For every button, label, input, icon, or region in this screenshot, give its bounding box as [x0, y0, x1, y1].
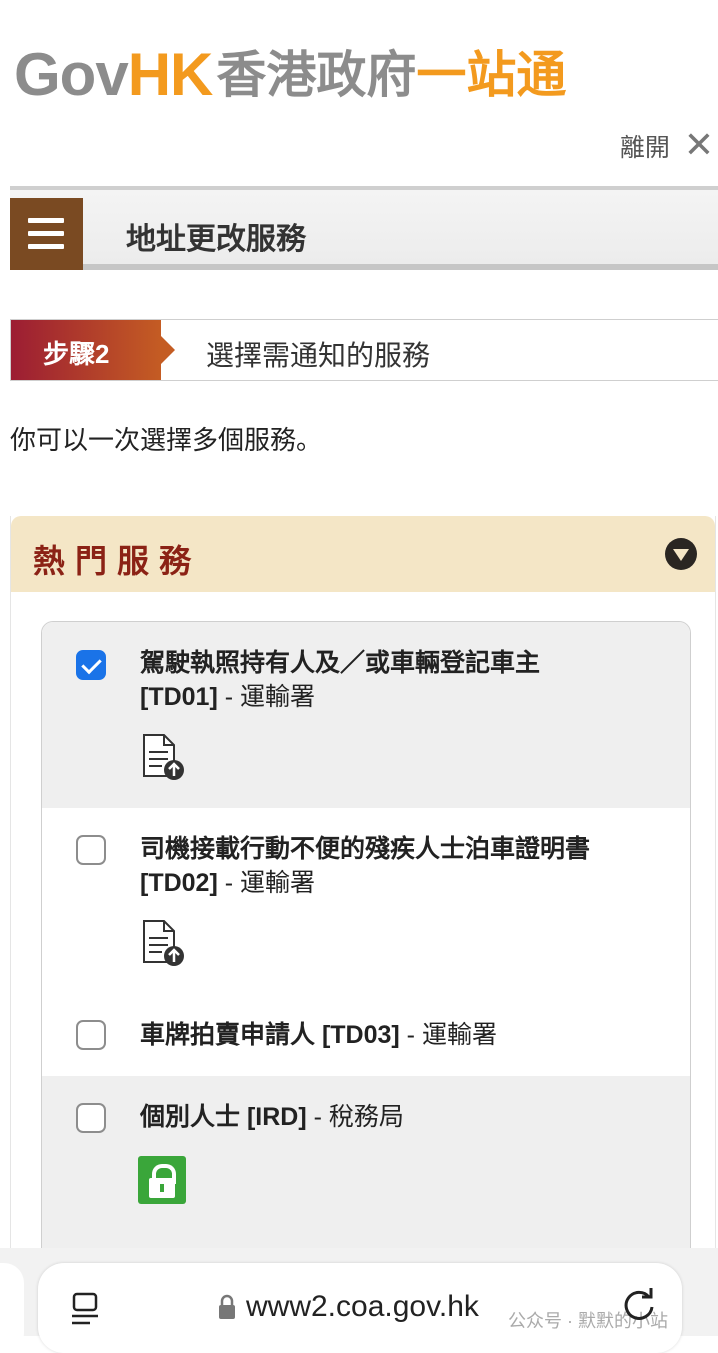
reload-icon[interactable]	[622, 1287, 656, 1323]
service-bar: 地址更改服務	[10, 186, 718, 270]
browser-toolbar: www2.coa.gov.hk 公众号 · 默默的小站	[0, 1248, 718, 1353]
popular-services-accordion: 熱門服務 駕駛執照持有人及／或車輛登記車主 [TD01] - 運輸署 司機接載行…	[10, 516, 716, 1301]
list-item: 駕駛執照持有人及／或車輛登記車主 [TD01] - 運輸署	[42, 622, 690, 808]
address-bar[interactable]: www2.coa.gov.hk 公众号 · 默默的小站	[38, 1263, 682, 1353]
service-name: 個別人士 [IRD]	[140, 1103, 307, 1131]
step-badge: 步驟2	[11, 320, 175, 380]
logo-hk-text: HK	[127, 41, 214, 108]
url-text: www2.coa.gov.hk	[246, 1290, 479, 1323]
secure-lock-icon	[219, 1294, 235, 1319]
service-dept: - 稅務局	[306, 1103, 404, 1131]
govhk-logo[interactable]: Gov HK 香港政府 一站通	[14, 40, 566, 110]
close-icon: ✕	[683, 125, 714, 166]
logo-cn-text-2: 一站通	[416, 47, 567, 103]
reader-mode-icon[interactable]	[70, 1292, 100, 1326]
logo-gov-text: Gov	[14, 41, 129, 108]
menu-button[interactable]	[10, 198, 83, 270]
document-upload-icon[interactable]	[138, 918, 186, 968]
service-checkbox-td02[interactable]	[76, 835, 106, 865]
service-name: 車牌拍賣申請人 [TD03]	[140, 1021, 400, 1049]
list-item: 司機接載行動不便的殘疾人士泊車證明書 [TD02] - 運輸署	[42, 808, 690, 998]
step-badge-label: 步驟2	[43, 339, 110, 369]
accordion-header[interactable]: 熱門服務	[11, 516, 715, 592]
previous-tab-pill[interactable]	[0, 1263, 24, 1353]
service-name: 司機接載行動不便的殘疾人士泊車證明書 [TD02]	[140, 835, 591, 897]
service-label: 車牌拍賣申請人 [TD03] - 運輸署	[140, 1018, 620, 1052]
service-checkbox-td01[interactable]	[76, 650, 106, 680]
step-bar: 步驟2 選擇需通知的服務	[10, 319, 718, 381]
accordion-title: 熱門服務	[33, 543, 202, 579]
service-label: 司機接載行動不便的殘疾人士泊車證明書 [TD02] - 運輸署	[140, 832, 620, 900]
service-dept: - 運輸署	[217, 869, 316, 897]
chevron-down-icon[interactable]	[665, 538, 697, 570]
intro-text: 你可以一次選擇多個服務。	[10, 425, 323, 455]
service-dept: - 運輸署	[217, 683, 316, 711]
exit-button[interactable]: 離開 ✕	[620, 128, 714, 164]
service-title: 地址更改服務	[126, 223, 306, 256]
service-list: 駕駛執照持有人及／或車輛登記車主 [TD01] - 運輸署 司機接載行動不便的殘…	[41, 621, 691, 1301]
service-checkbox-td03[interactable]	[76, 1020, 106, 1050]
logo-cn-text-1: 香港政府	[216, 47, 417, 103]
service-label: 駕駛執照持有人及／或車輛登記車主 [TD01] - 運輸署	[140, 646, 620, 714]
hamburger-icon	[28, 218, 64, 223]
list-item: 車牌拍賣申請人 [TD03] - 運輸署	[42, 998, 690, 1076]
lock-icon[interactable]	[138, 1156, 186, 1204]
step-title: 選擇需通知的服務	[206, 340, 431, 371]
exit-label: 離開	[619, 134, 670, 162]
service-name: 駕駛執照持有人及／或車輛登記車主 [TD01]	[140, 649, 541, 711]
document-upload-icon[interactable]	[138, 732, 186, 782]
service-label: 個別人士 [IRD] - 稅務局	[140, 1100, 620, 1134]
service-checkbox-ird[interactable]	[76, 1103, 106, 1133]
service-dept: - 運輸署	[399, 1021, 497, 1049]
